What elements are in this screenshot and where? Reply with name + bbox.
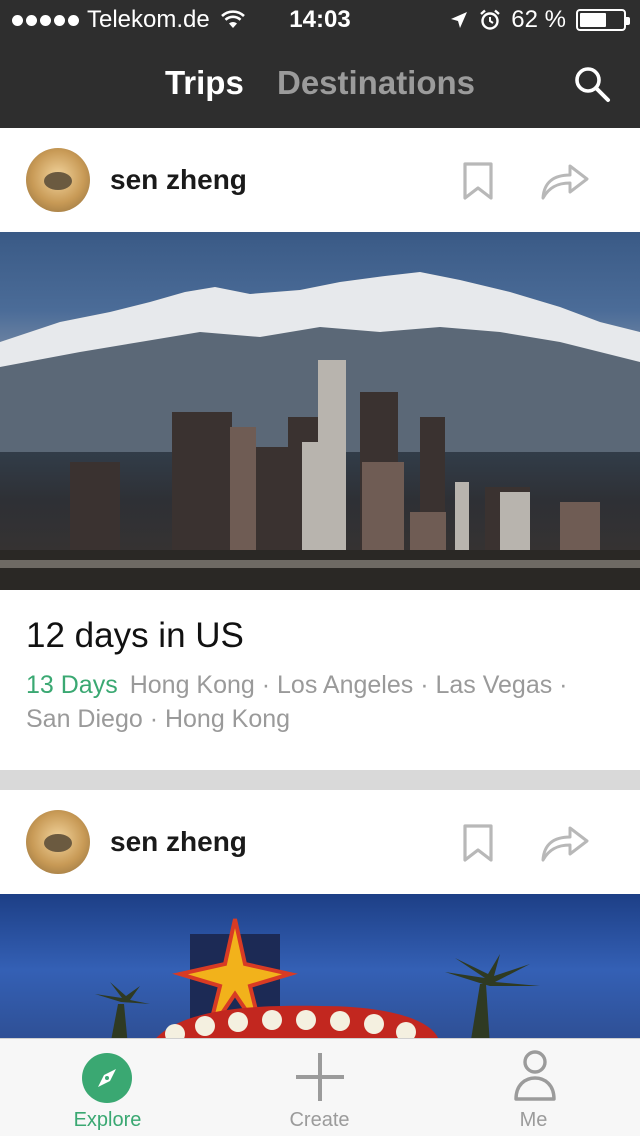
bookmark-icon[interactable] (462, 823, 494, 863)
avatar[interactable] (26, 810, 90, 874)
bookmark-icon[interactable] (462, 161, 494, 201)
card-header: sen zheng (0, 128, 640, 232)
tabbar-create[interactable]: Create (213, 1039, 426, 1136)
username[interactable]: sen zheng (110, 826, 247, 858)
search-icon[interactable] (572, 64, 612, 104)
alarm-icon (480, 9, 501, 30)
trip-card[interactable]: sen zheng (0, 128, 640, 770)
tabbar-explore[interactable]: Explore (0, 1039, 213, 1136)
tabbar-me[interactable]: Me (427, 1039, 640, 1136)
trip-days: 13 Days (26, 671, 118, 699)
card-divider (0, 770, 640, 790)
tab-destinations[interactable]: Destinations (277, 64, 475, 102)
compass-icon (82, 1053, 132, 1103)
trip-photo[interactable] (0, 894, 640, 1046)
trip-meta: 13 Days Hong Kong · Los Angeles · Las Veg… (26, 668, 614, 736)
tabbar-explore-label: Explore (73, 1109, 142, 1131)
battery-percent: 62 % (511, 6, 566, 33)
tabbar-create-label: Create (289, 1109, 350, 1131)
person-icon (514, 1050, 556, 1101)
trip-photo[interactable] (0, 232, 640, 590)
share-icon[interactable] (540, 162, 590, 200)
share-icon[interactable] (540, 824, 590, 862)
top-bar: Telekom.de 14:03 62 % Trips Destinations (0, 0, 640, 128)
trip-feed: sen zheng 12 days in US 13 Days Hong Kon… (0, 128, 640, 1046)
tab-bar: Explore Create Me (0, 1038, 640, 1136)
avatar[interactable] (26, 148, 90, 212)
trip-title[interactable]: 12 days in US (26, 616, 614, 656)
location-arrow-icon (451, 12, 468, 28)
username[interactable]: sen zheng (110, 164, 247, 196)
card-body: 12 days in US 13 Days Hong Kong · Los Ang… (0, 590, 640, 770)
tabbar-me-label: Me (519, 1109, 548, 1131)
trip-card[interactable]: sen zheng (0, 790, 640, 1046)
nav-bar: Trips Destinations (0, 40, 640, 128)
status-bar: Telekom.de 14:03 62 % (0, 0, 640, 40)
plus-icon (296, 1053, 344, 1101)
card-header: sen zheng (0, 790, 640, 894)
tab-trips[interactable]: Trips (165, 64, 244, 102)
battery-icon (576, 9, 630, 31)
